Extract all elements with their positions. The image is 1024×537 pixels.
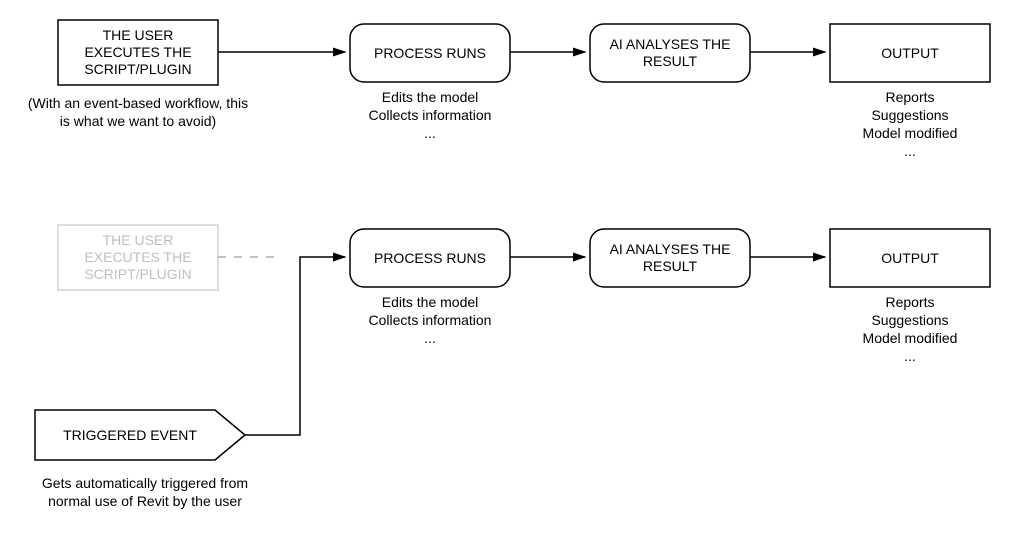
flow1-process-cap2: Collects information: [369, 107, 492, 123]
flow2-ai-box: AI ANALYSES THE RESULT: [590, 229, 750, 287]
flow1-output-cap1: Reports: [885, 89, 934, 105]
flow2-process-cap1: Edits the model: [382, 294, 479, 310]
flow2-output-cap2: Suggestions: [871, 312, 948, 328]
flow2-process-cap3: ...: [424, 330, 436, 346]
flow1-user-box: THE USER EXECUTES THE SCRIPT/PLUGIN: [58, 20, 218, 85]
flow1-user-line2: EXECUTES THE: [84, 44, 191, 60]
flow2-event-cap1: Gets automatically triggered from: [42, 475, 248, 491]
flow1-output-cap2: Suggestions: [871, 107, 948, 123]
flow1-process-cap3: ...: [424, 125, 436, 141]
flow1-process-cap1: Edits the model: [382, 89, 479, 105]
flow1-output-label: OUTPUT: [881, 45, 939, 61]
flow2-output-label: OUTPUT: [881, 250, 939, 266]
flow2-event-cap2: normal use of Revit by the user: [48, 493, 242, 509]
flow2-process-box: PROCESS RUNS: [350, 229, 510, 287]
flow1-user-line1: THE USER: [103, 27, 174, 43]
flow2-ai-line2: RESULT: [643, 258, 698, 274]
elbow-arrow-event-process: [245, 257, 345, 435]
flow1-output-cap4: ...: [904, 143, 916, 159]
flow2-user-box-faded: THE USER EXECUTES THE SCRIPT/PLUGIN: [58, 225, 218, 290]
flow1-process-label: PROCESS RUNS: [374, 45, 486, 61]
flow2-event-box: TRIGGERED EVENT: [35, 410, 245, 460]
flow1-user-line3: SCRIPT/PLUGIN: [84, 61, 191, 77]
flow2-output-cap4: ...: [904, 348, 916, 364]
flow1-process-box: PROCESS RUNS: [350, 24, 510, 82]
flow2-process-cap2: Collects information: [369, 312, 492, 328]
flow1-ai-box: AI ANALYSES THE RESULT: [590, 24, 750, 82]
flow2-user-line1: THE USER: [103, 232, 174, 248]
flow1-output-cap3: Model modified: [863, 125, 958, 141]
flow2-process-label: PROCESS RUNS: [374, 250, 486, 266]
flow2-event-label: TRIGGERED EVENT: [63, 427, 197, 443]
flow2-user-line2: EXECUTES THE: [84, 249, 191, 265]
flow1-output-box: OUTPUT: [830, 24, 990, 82]
flow1-ai-line1: AI ANALYSES THE: [610, 36, 731, 52]
flow2-output-box: OUTPUT: [830, 229, 990, 287]
flow2-output-cap1: Reports: [885, 294, 934, 310]
flow2-output-cap3: Model modified: [863, 330, 958, 346]
flow1-user-caption-1: (With an event-based workflow, this: [28, 95, 248, 111]
flow2-ai-line1: AI ANALYSES THE: [610, 241, 731, 257]
flow1-ai-line2: RESULT: [643, 53, 698, 69]
flow2-user-line3: SCRIPT/PLUGIN: [84, 266, 191, 282]
flow1-user-caption-2: is what we want to avoid): [60, 113, 216, 129]
